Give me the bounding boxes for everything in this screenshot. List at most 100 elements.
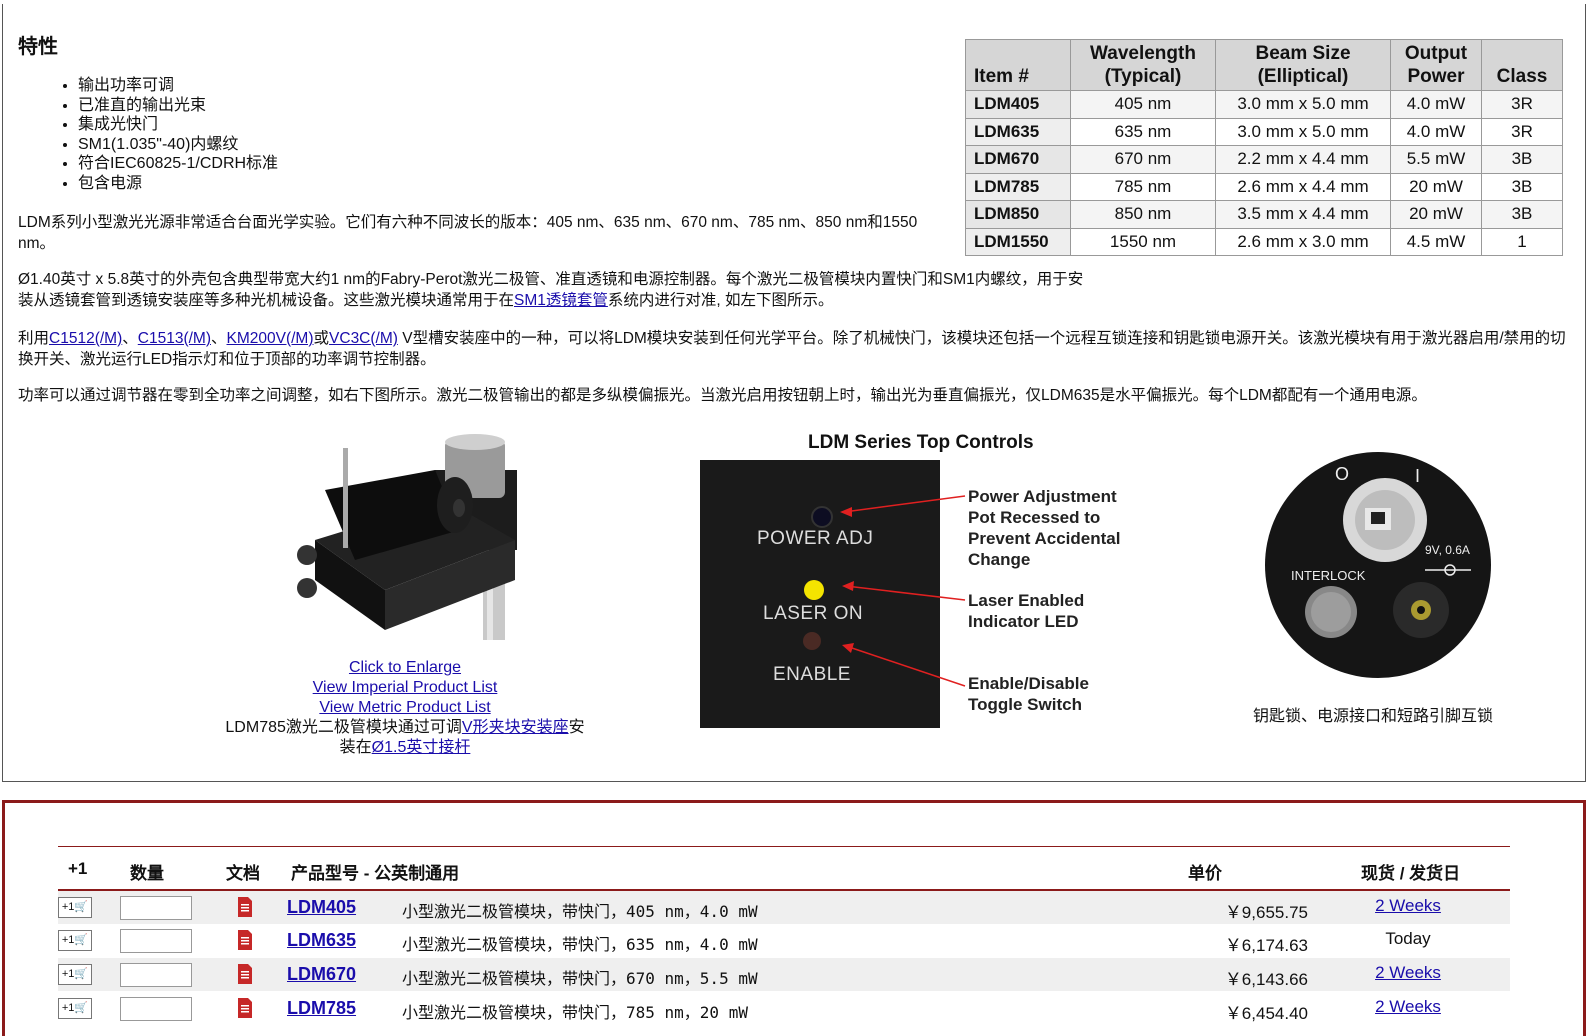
- imperial-product-list-link[interactable]: View Imperial Product List: [313, 679, 498, 696]
- spec-cell: 405 nm: [1070, 90, 1216, 119]
- feature-item: 已准直的输出光束: [78, 96, 278, 116]
- quantity-input[interactable]: [120, 929, 192, 953]
- click-to-enlarge-link[interactable]: Click to Enlarge: [349, 659, 461, 676]
- cart-header-qty: 数量: [130, 864, 164, 883]
- intro-paragraph: LDM系列小型激光光源非常适合台面光学实验。它们有六种不同波长的版本：405 n…: [18, 214, 918, 252]
- availability-link[interactable]: 2 Weeks: [1358, 896, 1458, 916]
- power-paragraph: 功率可以通过调节器在零到全功率之间调整，如右下图所示。激光二极管输出的都是多纵模…: [18, 387, 1427, 404]
- spec-cell: 3R: [1481, 90, 1563, 119]
- spec-cell: 4.0 mW: [1390, 90, 1482, 119]
- spec-cell: 4.5 mW: [1390, 227, 1482, 256]
- availability-link[interactable]: 2 Weeks: [1358, 997, 1458, 1017]
- add-to-cart-button[interactable]: +1🛒: [58, 998, 92, 1019]
- housing-paragraph: Ø1.40英寸 x 5.8英寸的外壳包含典型带宽大约1 nm的Fabry-Per…: [18, 271, 1084, 309]
- part-number-link[interactable]: LDM405: [287, 897, 356, 918]
- add-to-cart-button[interactable]: +1🛒: [58, 897, 92, 918]
- document-icon[interactable]: [238, 964, 252, 984]
- spec-cell: 2.2 mm x 4.4 mm: [1215, 145, 1391, 174]
- toggle-annotation: Enable/Disable Toggle Switch: [968, 674, 1089, 714]
- document-icon[interactable]: [238, 897, 252, 917]
- spec-cell: 20 mW: [1390, 172, 1482, 201]
- spec-header: Output Power: [1390, 39, 1482, 91]
- spec-cell: 3.0 mm x 5.0 mm: [1215, 90, 1391, 119]
- spec-cell: LDM670: [965, 145, 1071, 174]
- spec-row: LDM635 635 nm 3.0 mm x 5.0 mm 4.0 mW 3R: [965, 117, 1563, 146]
- svg-text:I: I: [1415, 466, 1420, 486]
- part-description: 小型激光二极管模块，带快门，670 nm，5.5 mW: [402, 969, 758, 988]
- spec-cell: 3R: [1481, 117, 1563, 146]
- cart-row: +1🛒 LDM785 小型激光二极管模块，带快门，785 nm，20 mW ￥6…: [58, 992, 1510, 1025]
- c1513-link[interactable]: C1513: [138, 330, 184, 347]
- vc3c-metric-link[interactable]: (/M): [370, 330, 398, 347]
- spec-cell: 635 nm: [1070, 117, 1216, 146]
- part-description: 小型激光二极管模块，带快门，785 nm，20 mW: [402, 1003, 748, 1022]
- quantity-input[interactable]: [120, 963, 192, 987]
- spec-cell: 785 nm: [1070, 172, 1216, 201]
- c1513-metric-link[interactable]: (/M): [183, 330, 211, 347]
- mounting-paragraph: 利用C1512(/M)、C1513(/M)、KM200V(/M)或VC3C(/M…: [18, 330, 1566, 368]
- spec-cell: 3.0 mm x 5.0 mm: [1215, 117, 1391, 146]
- spec-row: LDM670 670 nm 2.2 mm x 4.4 mm 5.5 mW 3B: [965, 145, 1563, 174]
- spec-cell: 4.0 mW: [1390, 117, 1482, 146]
- spec-cell: 20 mW: [1390, 200, 1482, 229]
- feature-item: 集成光快门: [78, 115, 278, 135]
- document-icon[interactable]: [238, 930, 252, 950]
- part-description: 小型激光二极管模块，带快门，635 nm，4.0 mW: [402, 935, 758, 954]
- spec-row: LDM1550 1550 nm 2.6 mm x 3.0 mm 4.5 mW 1: [965, 227, 1563, 256]
- unit-price: ￥6,454.40: [1224, 1004, 1308, 1023]
- keylock-image: O I INTERLOCK 9V, 0.6A: [1265, 452, 1491, 678]
- part-number-link[interactable]: LDM785: [287, 998, 356, 1019]
- post-link[interactable]: Ø1.5英寸接杆: [372, 739, 471, 756]
- spec-header: Item #: [965, 39, 1071, 91]
- metric-product-list-link[interactable]: View Metric Product List: [319, 699, 490, 716]
- spec-header: Wavelength (Typical): [1070, 39, 1216, 91]
- spec-row: LDM785 785 nm 2.6 mm x 4.4 mm 20 mW 3B: [965, 172, 1563, 201]
- cart-header-avail: 现货 / 发货日: [1361, 864, 1461, 883]
- cart-header-docs: 文档: [226, 864, 260, 883]
- feature-item: 输出功率可调: [78, 76, 278, 96]
- c1512-link[interactable]: C1512: [49, 330, 95, 347]
- keylock-caption: 钥匙锁、电源接口和短路引脚互锁: [1253, 708, 1494, 725]
- unit-price: ￥9,655.75: [1224, 903, 1308, 922]
- unit-price: ￥6,174.63: [1224, 936, 1308, 955]
- availability-link[interactable]: 2 Weeks: [1358, 963, 1458, 983]
- spec-cell: LDM1550: [965, 227, 1071, 256]
- c1512-metric-link[interactable]: (/M): [95, 330, 123, 347]
- feature-item: 符合IEC60825-1/CDRH标准: [78, 154, 278, 174]
- spec-cell: LDM635: [965, 117, 1071, 146]
- spec-cell: 3B: [1481, 145, 1563, 174]
- cart-row: +1🛒 LDM670 小型激光二极管模块，带快门，670 nm，5.5 mW ￥…: [58, 958, 1510, 991]
- quantity-input[interactable]: [120, 997, 192, 1021]
- part-number-link[interactable]: LDM635: [287, 930, 356, 951]
- add-to-cart-button[interactable]: +1🛒: [58, 930, 92, 951]
- spec-cell: 3B: [1481, 200, 1563, 229]
- document-icon[interactable]: [238, 998, 252, 1018]
- enable-switch-icon: [803, 632, 821, 650]
- spec-cell: 1550 nm: [1070, 227, 1216, 256]
- cart-header-price: 单价: [1188, 864, 1222, 883]
- v-clamp-mount-link[interactable]: V形夹块安装座: [462, 719, 569, 736]
- spec-cell: LDM405: [965, 90, 1071, 119]
- ldm-mounted-image[interactable]: [285, 430, 530, 640]
- km200v-metric-link[interactable]: (/M): [286, 330, 314, 347]
- quantity-input[interactable]: [120, 896, 192, 920]
- add-to-cart-button[interactable]: +1🛒: [58, 964, 92, 985]
- spec-cell: 3B: [1481, 172, 1563, 201]
- part-description: 小型激光二极管模块，带快门，405 nm，4.0 mW: [402, 902, 758, 921]
- laser-led-annotation: Laser Enabled Indicator LED: [968, 591, 1085, 631]
- features-list: 输出功率可调 已准直的输出光束 集成光快门 SM1(1.035"-40)内螺纹 …: [58, 76, 278, 193]
- laser-led-icon: [804, 580, 824, 600]
- top-controls-title: LDM Series Top Controls: [808, 432, 1034, 453]
- sm1-lens-tube-link[interactable]: SM1透镜套管: [514, 292, 608, 309]
- spec-cell: 670 nm: [1070, 145, 1216, 174]
- mount-figure-caption: Click to Enlarge View Imperial Product L…: [225, 659, 585, 756]
- spec-table: Item # Wavelength (Typical) Beam Size (E…: [965, 39, 1563, 256]
- vc3c-link[interactable]: VC3C: [329, 330, 370, 347]
- spec-cell: 3.5 mm x 4.4 mm: [1215, 200, 1391, 229]
- part-number-link[interactable]: LDM670: [287, 964, 356, 985]
- svg-text:O: O: [1335, 464, 1349, 484]
- power-rating-label: 9V, 0.6A: [1425, 543, 1470, 557]
- spec-header-row: Item # Wavelength (Typical) Beam Size (E…: [965, 39, 1563, 91]
- km200v-link[interactable]: KM200V: [227, 330, 286, 347]
- annotation-arrows: [840, 495, 966, 687]
